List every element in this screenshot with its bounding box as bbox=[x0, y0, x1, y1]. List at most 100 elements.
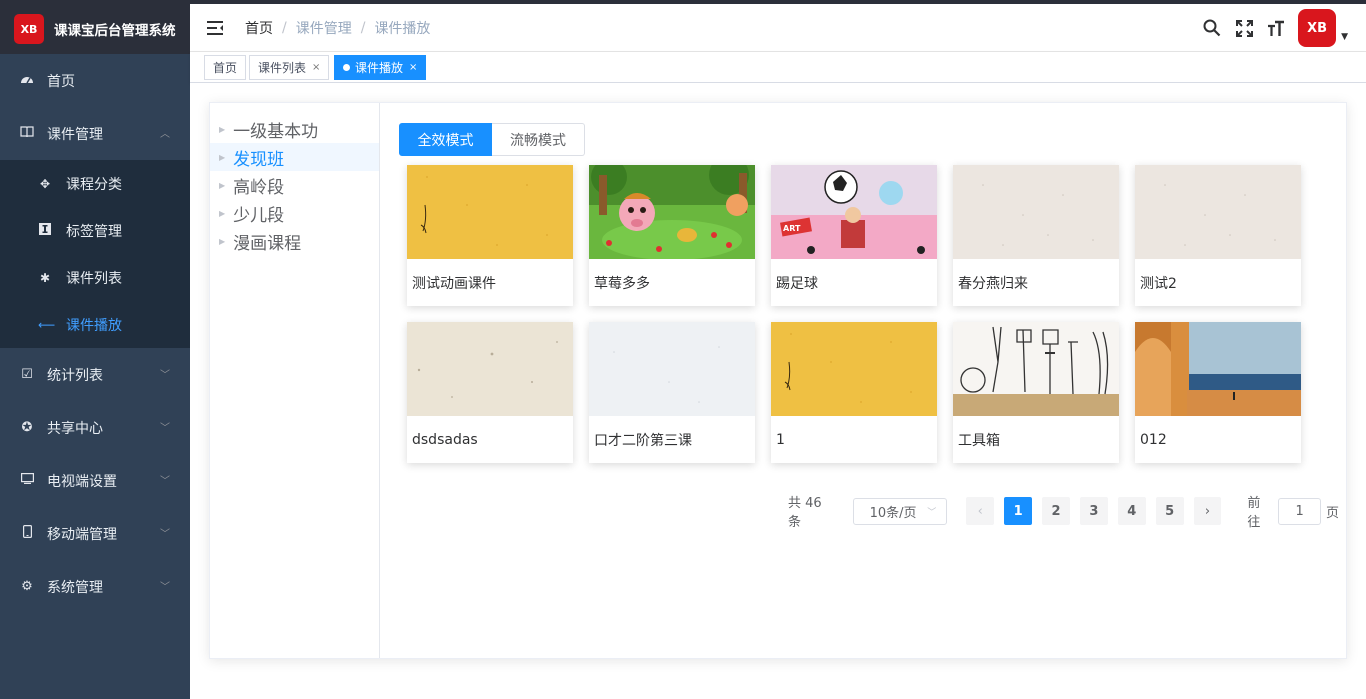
course-thumbnail bbox=[1135, 322, 1301, 416]
font-size-icon[interactable] bbox=[1260, 7, 1292, 49]
sidebar-item-label: 系统管理 bbox=[47, 579, 103, 596]
sidebar-item-statistics[interactable]: ☑ 统计列表 ﹀ bbox=[0, 348, 190, 401]
close-icon[interactable]: × bbox=[409, 62, 417, 73]
sidebar-item-label: 电视端设置 bbox=[47, 473, 117, 490]
next-page-button[interactable]: › bbox=[1193, 497, 1222, 525]
course-card[interactable]: 1 bbox=[771, 322, 937, 463]
sidebar-item-course-category[interactable]: ✥ 课程分类 bbox=[0, 160, 190, 207]
course-card[interactable]: ART 踢足球 bbox=[771, 165, 937, 306]
caret-right-icon[interactable]: ▶ bbox=[219, 209, 225, 218]
tree-node[interactable]: ▶ 漫画课程 bbox=[210, 227, 379, 255]
sidebar-item-tv-settings[interactable]: 电视端设置 ﹀ bbox=[0, 454, 190, 507]
svg-text:ART: ART bbox=[783, 224, 801, 233]
puzzle-icon: ✥ bbox=[39, 176, 51, 191]
category-tree: ▶ 一级基本功 ▶ 发现班 ▶ 高岭段 ▶ 少儿段 ▶ 漫画课程 bbox=[210, 103, 380, 658]
brand[interactable]: XB 课课宝后台管理系统 bbox=[0, 4, 190, 54]
course-title: 工具箱 bbox=[958, 432, 1000, 449]
goto-page: 前往 1 页 bbox=[1247, 492, 1339, 530]
caret-right-icon[interactable]: ▶ bbox=[219, 153, 225, 162]
page-size-select[interactable]: 10条/页 ﹀ bbox=[852, 497, 948, 525]
caret-down-icon[interactable]: ▼ bbox=[1341, 32, 1348, 42]
course-card[interactable]: 草莓多多 bbox=[589, 165, 755, 306]
course-title: 口才二阶第三课 bbox=[594, 432, 692, 449]
pagination-total: 共 46 条 bbox=[788, 496, 822, 530]
prev-page-button[interactable]: ‹ bbox=[966, 497, 995, 525]
checkbox-icon: ☑ bbox=[21, 367, 33, 382]
course-card[interactable]: 工具箱 bbox=[953, 322, 1119, 463]
sidebar-item-system[interactable]: ⚙ 系统管理 ﹀ bbox=[0, 560, 190, 613]
course-card[interactable]: 春分燕归来 bbox=[953, 165, 1119, 306]
sidebar-item-courseware[interactable]: 课件管理 ︿ bbox=[0, 107, 190, 160]
course-thumbnail bbox=[953, 322, 1119, 416]
course-thumbnail bbox=[589, 165, 755, 259]
chevron-up-icon: ︿ bbox=[160, 129, 170, 140]
tags-view: 首页 课件列表 × 课件播放 × bbox=[190, 52, 1366, 83]
tv-icon bbox=[20, 473, 34, 488]
course-title: 踢足球 bbox=[776, 275, 818, 292]
sidebar-item-label: 移动端管理 bbox=[47, 526, 117, 543]
chevron-down-icon: ﹀ bbox=[160, 476, 170, 487]
course-title: 1 bbox=[776, 431, 785, 448]
goto-page-input[interactable]: 1 bbox=[1278, 497, 1321, 525]
book-icon bbox=[20, 125, 34, 142]
tree-node[interactable]: ▶ 一级基本功 bbox=[210, 115, 379, 143]
course-title: 012 bbox=[1140, 431, 1167, 448]
page-button[interactable]: 1 bbox=[1004, 497, 1033, 525]
fullscreen-icon[interactable] bbox=[1228, 7, 1260, 49]
tree-node[interactable]: ▶ 高岭段 bbox=[210, 171, 379, 199]
tree-node-label: 发现班 bbox=[233, 149, 285, 170]
caret-right-icon[interactable]: ▶ bbox=[219, 181, 225, 190]
page-button[interactable]: 3 bbox=[1079, 497, 1108, 525]
sidebar: XB 课课宝后台管理系统 首页 课件管理 ︿ ✥ 课程分类 标签管理 ✱ 课件列… bbox=[0, 4, 190, 699]
tag-courseware-play[interactable]: 课件播放 × bbox=[334, 55, 427, 80]
avatar[interactable]: XB bbox=[1298, 9, 1337, 47]
tag-label: 课件列表 bbox=[258, 61, 307, 75]
course-card[interactable]: dsdsadas bbox=[407, 322, 573, 463]
course-card[interactable]: 测试2 bbox=[1135, 165, 1301, 306]
tree-node[interactable]: ▶ 少儿段 bbox=[210, 199, 379, 227]
gear-icon: ⚙ bbox=[21, 579, 33, 594]
course-card[interactable]: 口才二阶第三课 bbox=[589, 322, 755, 463]
goto-suffix: 页 bbox=[1326, 505, 1340, 521]
search-icon[interactable] bbox=[1196, 7, 1228, 49]
tag-label: 首页 bbox=[213, 61, 238, 75]
page-button[interactable]: 2 bbox=[1042, 497, 1070, 525]
sidebar-item-label: 共享中心 bbox=[47, 420, 103, 437]
full-mode-button[interactable]: 全效模式 bbox=[399, 123, 492, 156]
smooth-mode-button[interactable]: 流畅模式 bbox=[492, 123, 585, 156]
caret-right-icon[interactable]: ▶ bbox=[219, 125, 225, 134]
tree-node-label: 高岭段 bbox=[233, 177, 285, 198]
breadcrumb-home[interactable]: 首页 bbox=[245, 18, 273, 38]
sidebar-item-home[interactable]: 首页 bbox=[0, 54, 190, 107]
navbar-right: XB ▼ bbox=[1196, 7, 1348, 49]
tree-node[interactable]: ▶ 发现班 bbox=[210, 143, 379, 171]
sidebar-item-courseware-list[interactable]: ✱ 课件列表 bbox=[0, 254, 190, 301]
page-button[interactable]: 4 bbox=[1117, 497, 1146, 525]
sidebar-item-courseware-play[interactable]: ⟵ 课件播放 bbox=[0, 301, 190, 348]
content-card: ▶ 一级基本功 ▶ 发现班 ▶ 高岭段 ▶ 少儿段 ▶ 漫画课程 全效模式 流畅… bbox=[209, 102, 1347, 659]
chevron-down-icon: ﹀ bbox=[160, 423, 170, 434]
sidebar-item-label: 课件列表 bbox=[66, 270, 122, 287]
course-thumbnail bbox=[953, 165, 1119, 259]
chevron-down-icon: ﹀ bbox=[160, 582, 170, 593]
tag-home[interactable]: 首页 bbox=[204, 55, 247, 80]
hamburger-icon[interactable] bbox=[205, 18, 225, 38]
tag-courseware-list[interactable]: 课件列表 × bbox=[249, 55, 330, 80]
breadcrumb-separator: / bbox=[360, 19, 366, 36]
caret-right-icon[interactable]: ▶ bbox=[219, 237, 225, 246]
tag-icon bbox=[38, 223, 52, 238]
chevron-down-icon: ﹀ bbox=[160, 529, 170, 540]
sidebar-item-tag-management[interactable]: 标签管理 bbox=[0, 207, 190, 254]
sidebar-item-share-center[interactable]: ✪ 共享中心 ﹀ bbox=[0, 401, 190, 454]
close-icon[interactable]: × bbox=[312, 62, 320, 73]
course-thumbnail bbox=[1135, 165, 1301, 259]
page-button[interactable]: 5 bbox=[1155, 497, 1184, 525]
course-title: 春分燕归来 bbox=[958, 275, 1028, 292]
sidebar-item-mobile[interactable]: 移动端管理 ﹀ bbox=[0, 507, 190, 560]
course-thumbnail: ART bbox=[771, 165, 937, 259]
breadcrumb-courseware[interactable]: 课件管理 bbox=[296, 18, 352, 38]
course-title: 测试2 bbox=[1140, 275, 1177, 292]
course-card[interactable]: 测试动画课件 bbox=[407, 165, 573, 306]
course-card[interactable]: 012 bbox=[1135, 322, 1301, 463]
course-thumbnail bbox=[589, 322, 755, 416]
